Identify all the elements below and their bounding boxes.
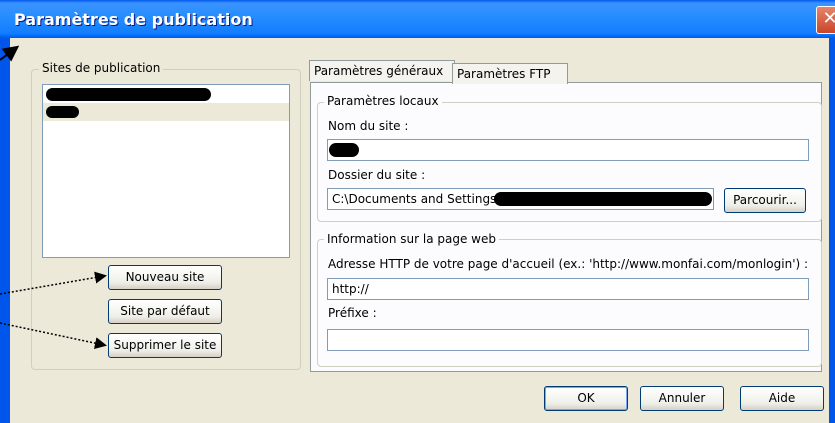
annotation-arrows xyxy=(0,45,107,350)
new-site-arrow xyxy=(0,271,107,295)
title-arrow xyxy=(0,45,20,62)
delete-site-arrow xyxy=(0,322,107,350)
